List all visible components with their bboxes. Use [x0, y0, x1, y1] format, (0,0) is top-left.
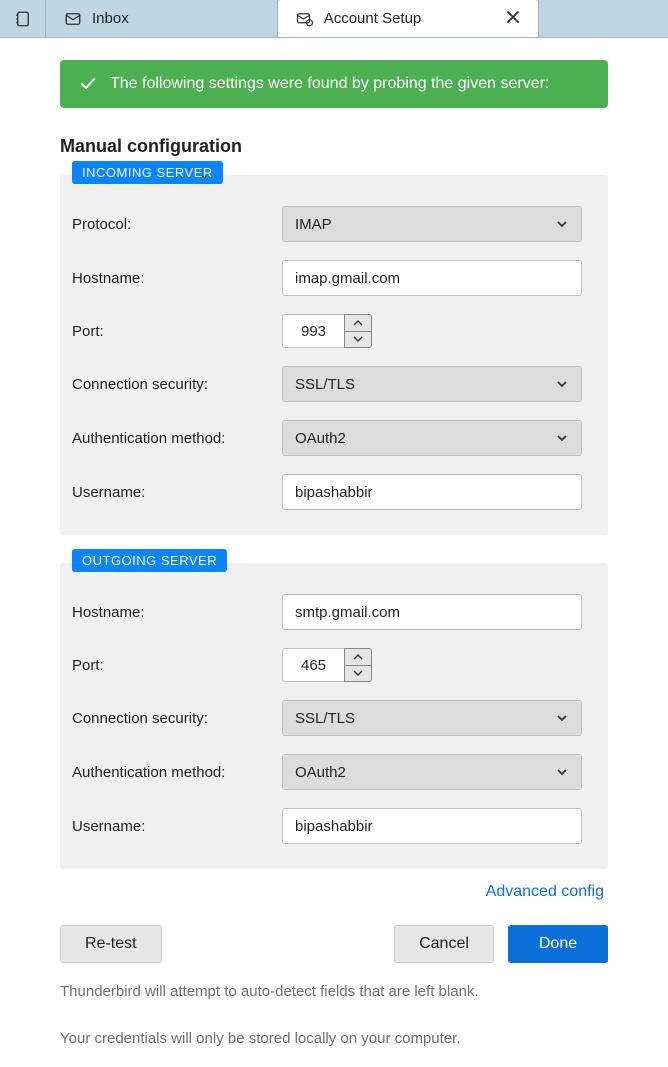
tab-account-setup[interactable]: Account Setup — [277, 0, 539, 37]
retest-button[interactable]: Re-test — [60, 925, 162, 963]
note-autodetect: Thunderbird will attempt to auto-detect … — [60, 983, 608, 1000]
outgoing-port-input[interactable]: 465 — [282, 648, 344, 682]
incoming-port-input[interactable]: 993 — [282, 314, 344, 348]
incoming-badge: INCOMING SERVER — [72, 161, 223, 184]
address-book-icon — [14, 10, 32, 28]
chevron-down-icon — [555, 711, 569, 725]
spinner-down-button[interactable] — [345, 332, 371, 348]
incoming-username-label: Username: — [72, 484, 282, 501]
tab-inbox[interactable]: Inbox — [46, 0, 147, 37]
account-setup-icon — [296, 10, 314, 28]
incoming-username-input[interactable]: bipashabbir — [282, 474, 582, 510]
incoming-port-label: Port: — [72, 323, 282, 340]
outgoing-hostname-input[interactable]: smtp.gmail.com — [282, 594, 582, 630]
chevron-down-icon — [555, 217, 569, 231]
incoming-protocol-label: Protocol: — [72, 216, 282, 233]
incoming-auth-value: OAuth2 — [295, 430, 555, 447]
outgoing-auth-label: Authentication method: — [72, 764, 282, 781]
manual-config-title: Manual configuration — [60, 136, 608, 157]
incoming-security-select[interactable]: SSL/TLS — [282, 366, 582, 402]
inbox-icon — [64, 10, 82, 28]
outgoing-username-label: Username: — [72, 818, 282, 835]
tab-bar: Inbox Account Setup — [0, 0, 668, 38]
advanced-config-link[interactable]: Advanced config — [60, 883, 604, 901]
outgoing-port-spinner[interactable] — [344, 648, 372, 682]
close-icon — [506, 10, 520, 24]
incoming-security-value: SSL/TLS — [295, 376, 555, 393]
tab-inbox-label: Inbox — [92, 10, 129, 27]
outgoing-auth-select[interactable]: OAuth2 — [282, 754, 582, 790]
outgoing-port-label: Port: — [72, 657, 282, 674]
incoming-security-label: Connection security: — [72, 376, 282, 393]
chevron-down-icon — [555, 431, 569, 445]
outgoing-auth-value: OAuth2 — [295, 764, 555, 781]
incoming-auth-select[interactable]: OAuth2 — [282, 420, 582, 456]
content: The following settings were found by pro… — [0, 38, 668, 1067]
chevron-down-icon — [555, 377, 569, 391]
done-button[interactable]: Done — [508, 925, 608, 963]
incoming-auth-label: Authentication method: — [72, 430, 282, 447]
outgoing-hostname-label: Hostname: — [72, 604, 282, 621]
incoming-protocol-value: IMAP — [295, 216, 555, 233]
outgoing-security-label: Connection security: — [72, 710, 282, 727]
chevron-down-icon — [353, 670, 363, 676]
tab-close-button[interactable] — [456, 10, 520, 28]
outgoing-security-select[interactable]: SSL/TLS — [282, 700, 582, 736]
incoming-hostname-label: Hostname: — [72, 270, 282, 287]
chevron-down-icon — [353, 336, 363, 342]
outgoing-username-input[interactable]: bipashabbir — [282, 808, 582, 844]
button-row: Re-test Cancel Done — [60, 925, 608, 963]
outgoing-badge: OUTGOING SERVER — [72, 549, 227, 572]
outgoing-security-value: SSL/TLS — [295, 710, 555, 727]
success-alert: The following settings were found by pro… — [60, 60, 608, 108]
chevron-up-icon — [353, 320, 363, 326]
spinner-down-button[interactable] — [345, 666, 371, 682]
note-credentials: Your credentials will only be stored loc… — [60, 1030, 608, 1047]
chevron-down-icon — [555, 765, 569, 779]
spinner-up-button[interactable] — [345, 649, 371, 666]
incoming-server-card: INCOMING SERVER Protocol: IMAP Hostname:… — [60, 175, 608, 535]
tab-account-setup-label: Account Setup — [324, 10, 422, 27]
incoming-hostname-input[interactable]: imap.gmail.com — [282, 260, 582, 296]
address-book-button[interactable] — [0, 0, 46, 37]
cancel-button[interactable]: Cancel — [394, 925, 494, 963]
chevron-up-icon — [353, 654, 363, 660]
incoming-protocol-select[interactable]: IMAP — [282, 206, 582, 242]
alert-text: The following settings were found by pro… — [110, 75, 549, 93]
spinner-up-button[interactable] — [345, 315, 371, 332]
incoming-port-spinner[interactable] — [344, 314, 372, 348]
outgoing-server-card: OUTGOING SERVER Hostname: smtp.gmail.com… — [60, 563, 608, 869]
check-icon — [78, 74, 98, 94]
